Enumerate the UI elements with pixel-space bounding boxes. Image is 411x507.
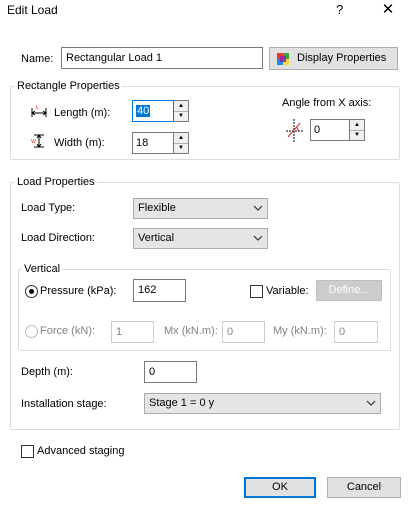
load-type-value: Flexible — [138, 202, 176, 214]
close-button[interactable]: ✕ — [378, 0, 398, 18]
rectangle-properties-title: Rectangle Properties — [15, 80, 122, 92]
force-radio[interactable] — [25, 325, 38, 338]
color-palette-icon — [276, 52, 290, 66]
spin-up-icon[interactable]: ▲ — [174, 101, 188, 111]
pressure-label: Pressure (kPa): — [40, 285, 117, 297]
load-direction-value: Vertical — [138, 232, 175, 244]
name-label: Name: — [21, 53, 54, 65]
force-input[interactable]: 1 — [111, 321, 154, 343]
length-value: 40 — [136, 105, 151, 117]
variable-label: Variable: — [266, 285, 309, 297]
installation-stage-select[interactable]: Stage 1 = 0 y — [144, 393, 381, 414]
my-label: My (kN.m): — [273, 325, 327, 337]
ok-button[interactable]: OK — [244, 477, 316, 498]
depth-input[interactable]: 0 — [144, 361, 197, 383]
chevron-down-icon — [366, 398, 376, 408]
length-icon: L — [31, 104, 47, 118]
angle-spin-buttons[interactable]: ▲ ▼ — [350, 119, 365, 141]
width-icon: W — [31, 134, 47, 148]
length-label: Length (m): — [54, 107, 111, 119]
cancel-button[interactable]: Cancel — [327, 477, 401, 498]
spin-down-icon[interactable]: ▼ — [174, 110, 188, 121]
load-direction-label: Load Direction: — [21, 232, 95, 244]
installation-stage-label: Installation stage: — [21, 398, 107, 410]
svg-text:W: W — [31, 139, 36, 145]
define-button[interactable]: Define... — [316, 280, 382, 301]
mx-label: Mx (kN.m): — [164, 325, 218, 337]
my-input[interactable]: 0 — [334, 321, 378, 343]
display-properties-label: Display Properties — [297, 52, 387, 64]
advanced-staging-checkbox[interactable] — [21, 445, 34, 458]
length-spinner[interactable]: 40 ▲ ▼ — [132, 100, 189, 122]
title-bar: Edit Load ? ✕ — [0, 0, 411, 20]
spin-up-icon[interactable]: ▲ — [174, 133, 188, 143]
spin-down-icon[interactable]: ▼ — [350, 129, 364, 140]
mx-input[interactable]: 0 — [222, 321, 265, 343]
installation-stage-value: Stage 1 = 0 y — [149, 397, 215, 409]
load-properties-title: Load Properties — [15, 176, 97, 188]
load-type-select[interactable]: Flexible — [133, 198, 268, 219]
width-input[interactable]: 18 — [132, 132, 174, 154]
width-spinner[interactable]: 18 ▲ ▼ — [132, 132, 189, 154]
pressure-input[interactable]: 162 — [133, 279, 186, 302]
angle-input[interactable]: 0 — [310, 119, 350, 141]
load-type-label: Load Type: — [21, 202, 76, 214]
spin-up-icon[interactable]: ▲ — [350, 120, 364, 130]
help-button[interactable]: ? — [336, 2, 343, 17]
variable-checkbox[interactable] — [250, 285, 263, 298]
load-direction-select[interactable]: Vertical — [133, 228, 268, 249]
chevron-down-icon — [253, 233, 263, 243]
vertical-group-title: Vertical — [22, 263, 63, 275]
chevron-down-icon — [253, 203, 263, 213]
length-spin-buttons[interactable]: ▲ ▼ — [174, 100, 189, 122]
length-input[interactable]: 40 — [132, 100, 174, 122]
force-label: Force (kN): — [40, 325, 95, 337]
svg-text:L: L — [36, 105, 39, 111]
angle-spinner[interactable]: 0 ▲ ▼ — [310, 119, 365, 141]
advanced-staging-label: Advanced staging — [37, 445, 125, 457]
depth-label: Depth (m): — [21, 366, 73, 378]
pressure-radio[interactable] — [25, 285, 38, 298]
angle-label: Angle from X axis: — [282, 97, 372, 109]
angle-icon — [284, 117, 304, 143]
display-properties-button[interactable]: Display Properties — [269, 47, 398, 70]
window-title: Edit Load — [7, 3, 58, 17]
width-spin-buttons[interactable]: ▲ ▼ — [174, 132, 189, 154]
name-input[interactable]: Rectangular Load 1 — [61, 47, 263, 69]
width-label: Width (m): — [54, 137, 105, 149]
spin-down-icon[interactable]: ▼ — [174, 142, 188, 153]
